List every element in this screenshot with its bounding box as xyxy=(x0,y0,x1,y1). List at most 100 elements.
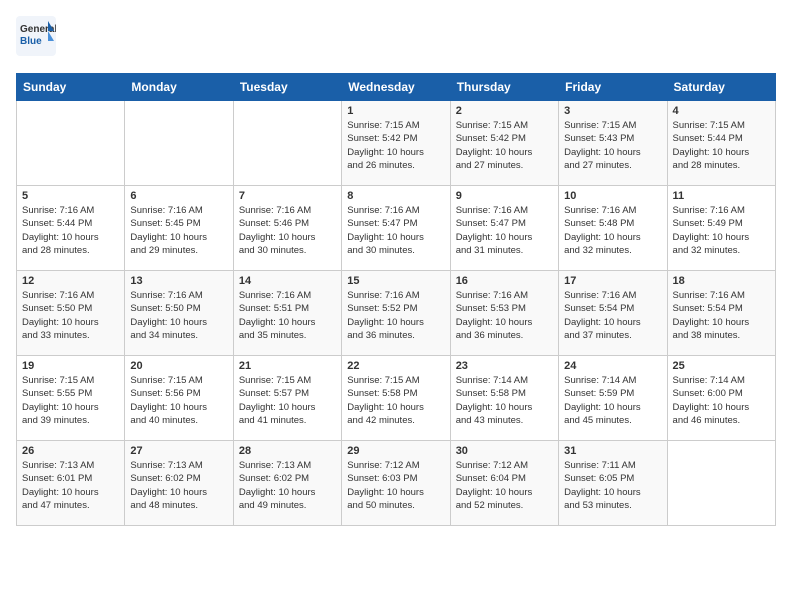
logo-mark: General Blue xyxy=(16,16,56,61)
weekday-header-row: SundayMondayTuesdayWednesdayThursdayFrid… xyxy=(17,74,776,101)
calendar-cell: 12 Sunrise: 7:16 AM Sunset: 5:50 PM Dayli… xyxy=(17,271,125,356)
calendar-cell: 28Sunrise: 7:13 AM Sunset: 6:02 PM Dayli… xyxy=(233,441,341,526)
svg-text:Blue: Blue xyxy=(20,36,42,47)
day-info: Sunrise: 7:16 AM Sunset: 5:52 PM Dayligh… xyxy=(347,289,444,342)
day-info: Sunrise: 7:16 AM Sunset: 5:49 PM Dayligh… xyxy=(673,204,770,257)
day-info: Sunrise: 7:13 AM Sunset: 6:01 PM Dayligh… xyxy=(22,459,119,512)
day-info: Sunrise: 7:15 AM Sunset: 5:55 PM Dayligh… xyxy=(22,374,119,427)
calendar-cell: 24Sunrise: 7:14 AM Sunset: 5:59 PM Dayli… xyxy=(559,356,667,441)
calendar-cell xyxy=(125,101,233,186)
calendar-cell: 13 Sunrise: 7:16 AM Sunset: 5:50 PM Dayli… xyxy=(125,271,233,356)
calendar-cell: 16 Sunrise: 7:16 AM Sunset: 5:53 PM Dayli… xyxy=(450,271,558,356)
day-number: 20 xyxy=(130,360,227,372)
day-number: 27 xyxy=(130,445,227,457)
calendar-cell: 4 Sunrise: 7:15 AM Sunset: 5:44 PM Daylig… xyxy=(667,101,775,186)
logo: General Blue xyxy=(16,16,56,61)
week-row-1: 5 Sunrise: 7:16 AM Sunset: 5:44 PM Daylig… xyxy=(17,186,776,271)
day-info: Sunrise: 7:15 AM Sunset: 5:42 PM Dayligh… xyxy=(347,119,444,172)
calendar-cell: 25 Sunrise: 7:14 AM Sunset: 6:00 PM Dayli… xyxy=(667,356,775,441)
day-number: 23 xyxy=(456,360,553,372)
day-info: Sunrise: 7:15 AM Sunset: 5:57 PM Dayligh… xyxy=(239,374,336,427)
week-row-2: 12 Sunrise: 7:16 AM Sunset: 5:50 PM Dayli… xyxy=(17,271,776,356)
weekday-header-tuesday: Tuesday xyxy=(233,74,341,101)
day-info: Sunrise: 7:13 AM Sunset: 6:02 PM Dayligh… xyxy=(130,459,227,512)
day-info: Sunrise: 7:16 AM Sunset: 5:54 PM Dayligh… xyxy=(673,289,770,342)
day-number: 5 xyxy=(22,190,119,202)
calendar-cell: 31Sunrise: 7:11 AM Sunset: 6:05 PM Dayli… xyxy=(559,441,667,526)
calendar-cell: 3 Sunrise: 7:15 AM Sunset: 5:43 PM Daylig… xyxy=(559,101,667,186)
calendar-cell: 21 Sunrise: 7:15 AM Sunset: 5:57 PM Dayli… xyxy=(233,356,341,441)
day-info: Sunrise: 7:15 AM Sunset: 5:42 PM Dayligh… xyxy=(456,119,553,172)
day-info: Sunrise: 7:16 AM Sunset: 5:47 PM Dayligh… xyxy=(347,204,444,257)
day-info: Sunrise: 7:16 AM Sunset: 5:50 PM Dayligh… xyxy=(22,289,119,342)
calendar-cell: 10Sunrise: 7:16 AM Sunset: 5:48 PM Dayli… xyxy=(559,186,667,271)
calendar-cell: 27 Sunrise: 7:13 AM Sunset: 6:02 PM Dayli… xyxy=(125,441,233,526)
day-number: 29 xyxy=(347,445,444,457)
day-info: Sunrise: 7:16 AM Sunset: 5:46 PM Dayligh… xyxy=(239,204,336,257)
day-number: 22 xyxy=(347,360,444,372)
day-number: 24 xyxy=(564,360,661,372)
calendar-cell: 1Sunrise: 7:15 AM Sunset: 5:42 PM Daylig… xyxy=(342,101,450,186)
day-info: Sunrise: 7:16 AM Sunset: 5:50 PM Dayligh… xyxy=(130,289,227,342)
day-number: 16 xyxy=(456,275,553,287)
calendar-cell: 29Sunrise: 7:12 AM Sunset: 6:03 PM Dayli… xyxy=(342,441,450,526)
day-info: Sunrise: 7:11 AM Sunset: 6:05 PM Dayligh… xyxy=(564,459,661,512)
day-number: 30 xyxy=(456,445,553,457)
day-number: 17 xyxy=(564,275,661,287)
day-info: Sunrise: 7:16 AM Sunset: 5:45 PM Dayligh… xyxy=(130,204,227,257)
day-number: 15 xyxy=(347,275,444,287)
day-number: 21 xyxy=(239,360,336,372)
day-number: 3 xyxy=(564,105,661,117)
day-number: 8 xyxy=(347,190,444,202)
calendar-cell: 7Sunrise: 7:16 AM Sunset: 5:46 PM Daylig… xyxy=(233,186,341,271)
day-number: 26 xyxy=(22,445,119,457)
day-number: 25 xyxy=(673,360,770,372)
weekday-header-wednesday: Wednesday xyxy=(342,74,450,101)
weekday-header-saturday: Saturday xyxy=(667,74,775,101)
calendar-cell: 18 Sunrise: 7:16 AM Sunset: 5:54 PM Dayli… xyxy=(667,271,775,356)
day-info: Sunrise: 7:16 AM Sunset: 5:44 PM Dayligh… xyxy=(22,204,119,257)
day-number: 4 xyxy=(673,105,770,117)
day-info: Sunrise: 7:16 AM Sunset: 5:53 PM Dayligh… xyxy=(456,289,553,342)
day-number: 19 xyxy=(22,360,119,372)
week-row-4: 26 Sunrise: 7:13 AM Sunset: 6:01 PM Dayli… xyxy=(17,441,776,526)
calendar-cell xyxy=(17,101,125,186)
calendar-cell: 20Sunrise: 7:15 AM Sunset: 5:56 PM Dayli… xyxy=(125,356,233,441)
calendar-cell: 19 Sunrise: 7:15 AM Sunset: 5:55 PM Dayli… xyxy=(17,356,125,441)
calendar-cell: 17 Sunrise: 7:16 AM Sunset: 5:54 PM Dayli… xyxy=(559,271,667,356)
calendar-cell: 30Sunrise: 7:12 AM Sunset: 6:04 PM Dayli… xyxy=(450,441,558,526)
calendar-cell: 26 Sunrise: 7:13 AM Sunset: 6:01 PM Dayli… xyxy=(17,441,125,526)
calendar-cell: 22 Sunrise: 7:15 AM Sunset: 5:58 PM Dayli… xyxy=(342,356,450,441)
day-number: 13 xyxy=(130,275,227,287)
day-info: Sunrise: 7:16 AM Sunset: 5:54 PM Dayligh… xyxy=(564,289,661,342)
day-number: 12 xyxy=(22,275,119,287)
calendar-table: SundayMondayTuesdayWednesdayThursdayFrid… xyxy=(16,73,776,526)
calendar-cell: 11 Sunrise: 7:16 AM Sunset: 5:49 PM Dayli… xyxy=(667,186,775,271)
week-row-0: 1Sunrise: 7:15 AM Sunset: 5:42 PM Daylig… xyxy=(17,101,776,186)
calendar-cell: 9 Sunrise: 7:16 AM Sunset: 5:47 PM Daylig… xyxy=(450,186,558,271)
weekday-header-monday: Monday xyxy=(125,74,233,101)
calendar-cell: 14 Sunrise: 7:16 AM Sunset: 5:51 PM Dayli… xyxy=(233,271,341,356)
week-row-3: 19 Sunrise: 7:15 AM Sunset: 5:55 PM Dayli… xyxy=(17,356,776,441)
day-info: Sunrise: 7:15 AM Sunset: 5:44 PM Dayligh… xyxy=(673,119,770,172)
calendar-cell xyxy=(667,441,775,526)
day-info: Sunrise: 7:13 AM Sunset: 6:02 PM Dayligh… xyxy=(239,459,336,512)
day-number: 14 xyxy=(239,275,336,287)
day-number: 2 xyxy=(456,105,553,117)
page-header: General Blue xyxy=(16,16,776,61)
day-number: 11 xyxy=(673,190,770,202)
day-info: Sunrise: 7:15 AM Sunset: 5:58 PM Dayligh… xyxy=(347,374,444,427)
day-info: Sunrise: 7:16 AM Sunset: 5:48 PM Dayligh… xyxy=(564,204,661,257)
calendar-cell: 8 Sunrise: 7:16 AM Sunset: 5:47 PM Daylig… xyxy=(342,186,450,271)
day-info: Sunrise: 7:14 AM Sunset: 6:00 PM Dayligh… xyxy=(673,374,770,427)
calendar-cell xyxy=(233,101,341,186)
day-info: Sunrise: 7:16 AM Sunset: 5:47 PM Dayligh… xyxy=(456,204,553,257)
weekday-header-thursday: Thursday xyxy=(450,74,558,101)
calendar-cell: 2 Sunrise: 7:15 AM Sunset: 5:42 PM Daylig… xyxy=(450,101,558,186)
day-number: 9 xyxy=(456,190,553,202)
weekday-header-friday: Friday xyxy=(559,74,667,101)
calendar-cell: 6Sunrise: 7:16 AM Sunset: 5:45 PM Daylig… xyxy=(125,186,233,271)
day-info: Sunrise: 7:15 AM Sunset: 5:43 PM Dayligh… xyxy=(564,119,661,172)
day-info: Sunrise: 7:16 AM Sunset: 5:51 PM Dayligh… xyxy=(239,289,336,342)
day-number: 18 xyxy=(673,275,770,287)
